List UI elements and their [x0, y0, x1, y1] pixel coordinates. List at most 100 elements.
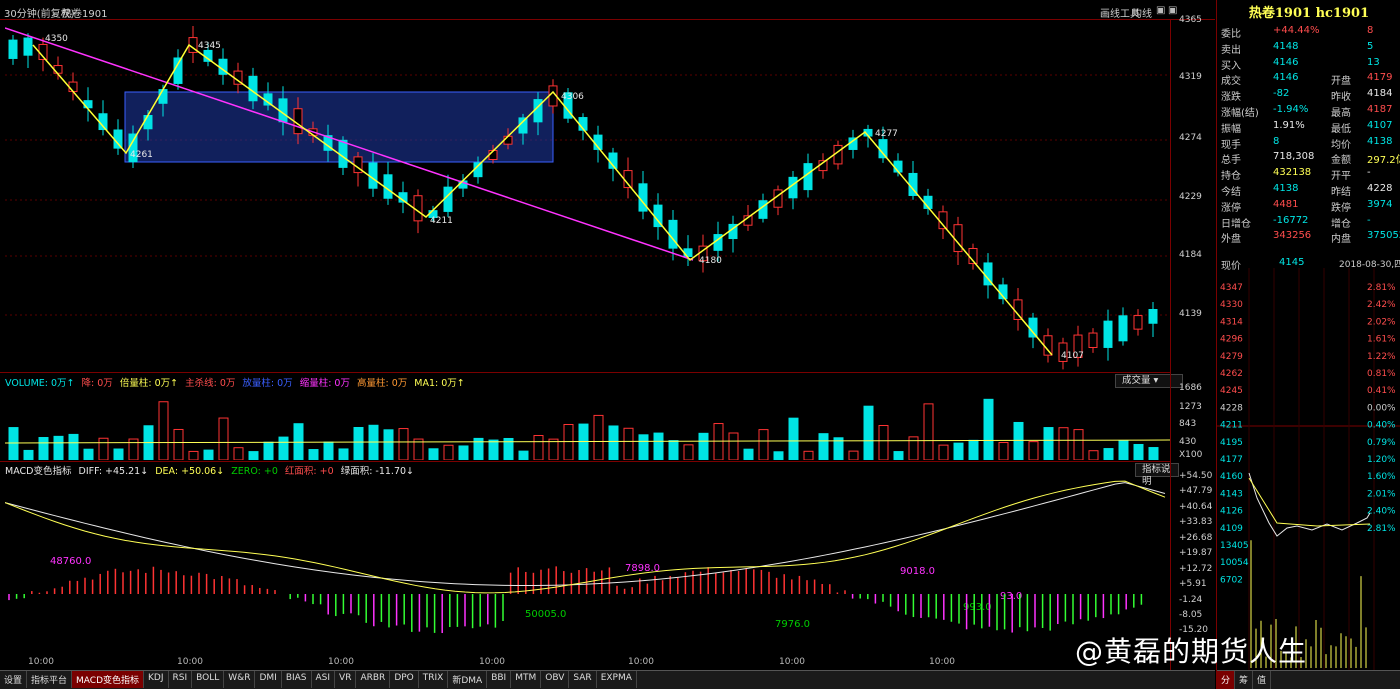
volume-bar [758, 429, 769, 461]
mini-axis-left: 4314 [1220, 317, 1243, 327]
tab-zhi[interactable]: 值 [1253, 671, 1272, 689]
window-icon[interactable]: ▣ [1156, 5, 1165, 16]
marker-4107: 4107 [1061, 351, 1084, 361]
vol-tick: 430 [1179, 437, 1197, 447]
volume-bar [158, 401, 169, 461]
tab-indicator[interactable]: W&R [224, 671, 256, 688]
candle-body [1088, 332, 1098, 348]
mini-axis-right: 1.20% [1367, 455, 1396, 465]
jiang-label: 降: 0万 [81, 378, 113, 389]
volume-bar [98, 437, 109, 461]
volume-bar [1058, 427, 1069, 461]
volume-bar [968, 439, 979, 461]
intraday-price-line [1248, 472, 1371, 537]
quote-row: 买入 4146 13 [1221, 56, 1380, 72]
volume-chart[interactable] [4, 390, 1171, 461]
ma-button[interactable]: 均线 [1132, 5, 1152, 20]
tab-indicator[interactable]: 指标平台 [27, 671, 73, 688]
volume-bar [953, 442, 964, 461]
candlestick-chart[interactable]: 4350 4345 4261 4306 4211 4180 4277 4107 [5, 20, 1170, 372]
volume-bar [788, 417, 799, 461]
price-tick: 4139 [1179, 309, 1202, 319]
tab-fen[interactable]: 分 [1217, 671, 1236, 689]
volume-bar [578, 423, 589, 461]
tab-indicator[interactable]: 新DMA [448, 671, 488, 688]
volume-bar [278, 436, 289, 461]
bei-label: 倍量柱: 0万↑ [119, 378, 179, 389]
tab-indicator[interactable]: MACD变色指标 [72, 671, 145, 688]
candle-body [8, 39, 18, 59]
quote-title: 热卷1901 hc1901 [1248, 6, 1370, 21]
marker-4306: 4306 [561, 92, 584, 102]
volume-bar [173, 428, 184, 461]
trend-line [5, 27, 694, 261]
tab-indicator[interactable]: DMI [255, 671, 282, 688]
volume-bar [803, 450, 814, 461]
x-label-6: 10:00 [779, 657, 805, 667]
ma1-label: MA1: 0万↑ [414, 378, 465, 389]
tab-indicator[interactable]: ARBR [356, 671, 391, 688]
macd-svg: 48760.0 7898.0 9018.0 50005.0 7976.0 993… [4, 480, 1166, 634]
tab-indicator[interactable]: SAR [569, 671, 597, 688]
volume-bar [1043, 427, 1054, 461]
macd-dea: DEA: +50.06↓ [155, 466, 225, 477]
x-label-2: 10:00 [177, 657, 203, 667]
quote-row: 涨幅(结) -1.94% 最高 4187 [1221, 104, 1393, 119]
fang-label: 放量柱: 0万 [242, 378, 293, 389]
mini-axis-left: 4160 [1220, 472, 1243, 482]
tab-indicator[interactable]: MTM [511, 671, 542, 688]
tab-indicator[interactable]: EXPMA [597, 671, 637, 688]
tab-indicator[interactable]: VR [335, 671, 357, 688]
tab-indicator[interactable]: DPO [390, 671, 419, 688]
volume-bar [368, 424, 379, 461]
volume-bar [188, 450, 199, 461]
volume-bar [8, 427, 19, 461]
vol-label: VOLUME: 0万↑ [5, 378, 75, 389]
volume-bar [113, 448, 124, 461]
volume-bar [1088, 450, 1099, 461]
macd-label-3: 9018.0 [900, 566, 935, 577]
volume-bar [458, 445, 469, 461]
mini-axis-left: 13405 [1220, 541, 1249, 551]
mini-axis-right: 0.81% [1367, 369, 1396, 379]
volume-bar [443, 444, 454, 461]
candle-body [1118, 315, 1128, 342]
tab-indicator[interactable]: TRIX [419, 671, 449, 688]
macd-tick: +12.72 [1179, 564, 1213, 574]
price-svg: 4350 4345 4261 4306 4211 4180 4277 4107 [5, 25, 1170, 370]
volume-bar [218, 417, 229, 461]
mini-axis-right: 0.79% [1367, 438, 1396, 448]
quote-row: 委比 +44.44% 8 [1221, 25, 1374, 40]
tab-indicator[interactable]: ASI [312, 671, 336, 688]
candle-body [113, 129, 123, 149]
mini-axis-right: 1.61% [1367, 335, 1396, 345]
volume-bar [1103, 448, 1114, 461]
tab-indicator[interactable]: RSI [169, 671, 193, 688]
volume-bar [1028, 441, 1039, 461]
mini-axis-left: 4279 [1220, 352, 1243, 362]
candle-body [443, 186, 453, 212]
volume-bar [1073, 429, 1084, 461]
mini-axis-right: 0.41% [1367, 386, 1396, 396]
tab-indicator[interactable]: BIAS [282, 671, 312, 688]
mini-axis-left: 4177 [1220, 455, 1243, 465]
price-tick: 4184 [1179, 250, 1202, 260]
tab-indicator[interactable]: OBV [541, 671, 570, 688]
quote-row: 今结 4138 昨结 4228 [1221, 183, 1393, 198]
volume-bar [1013, 421, 1024, 461]
volume-bar [263, 441, 274, 461]
intraday-chart[interactable]: 4347 4330 4314 4296 4279 4262 4245 4228 4211 4195… [1217, 268, 1400, 670]
vol-tick: 1273 [1179, 402, 1202, 412]
vol-tick: 843 [1179, 419, 1197, 429]
tab-chou[interactable]: 筹 [1235, 671, 1254, 689]
tab-indicator[interactable]: BBI [487, 671, 512, 688]
watermark: @黄磊的期货人生 [1075, 635, 1308, 668]
tab-indicator[interactable]: 设置 [0, 671, 28, 688]
tab-indicator[interactable]: KDJ [144, 671, 169, 688]
price-axis: 4365 4319 4274 4229 4184 4139 1686 1273 … [1170, 15, 1215, 670]
mini-axis-right: 1.22% [1367, 352, 1396, 362]
quote-row: 外盘343256内盘375052 [1221, 230, 1400, 246]
close-pane-icon[interactable]: ▣ [1168, 5, 1177, 16]
tab-indicator[interactable]: BOLL [192, 671, 225, 688]
macd-chart[interactable]: 48760.0 7898.0 9018.0 50005.0 7976.0 993… [4, 477, 1170, 655]
